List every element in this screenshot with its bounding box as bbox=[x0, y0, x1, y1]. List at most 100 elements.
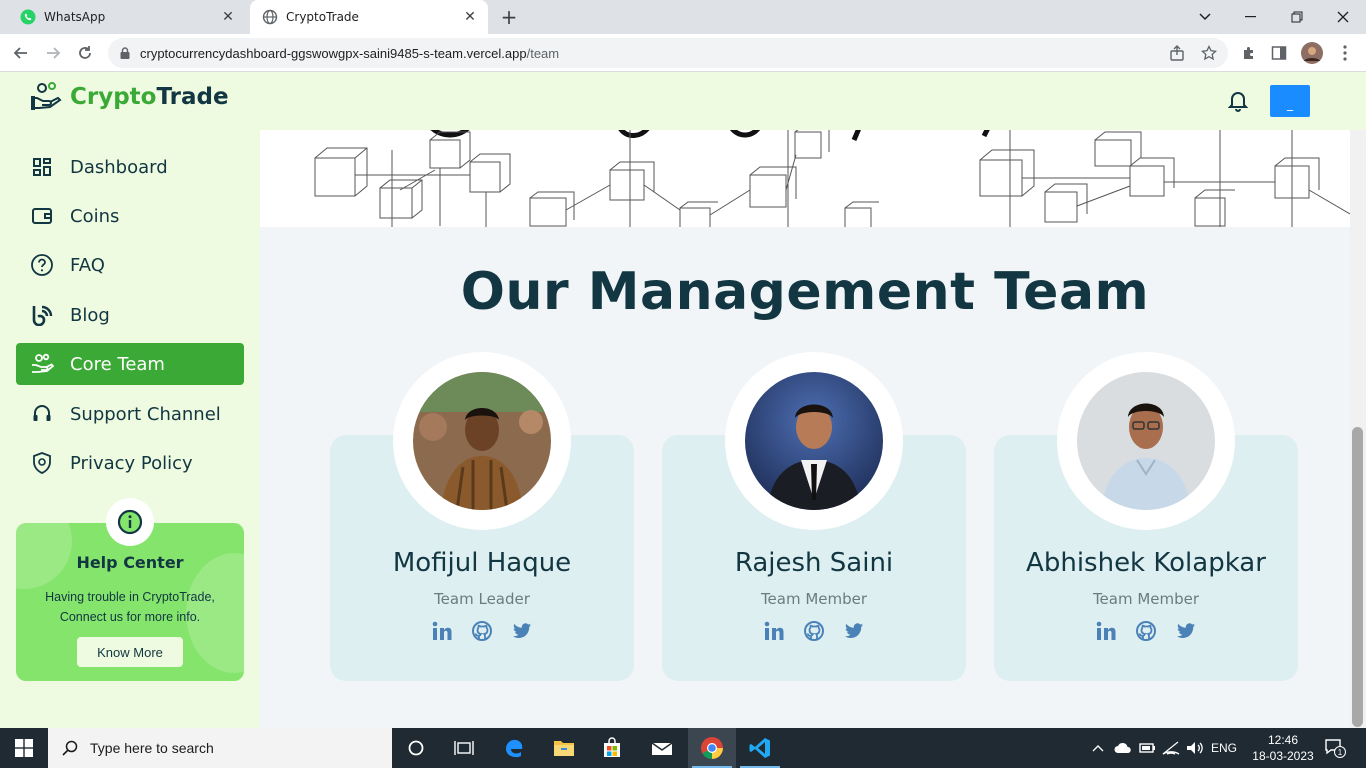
member-photo bbox=[1077, 372, 1215, 510]
sidebar-item-label: Dashboard bbox=[70, 156, 168, 178]
close-window-button[interactable] bbox=[1330, 4, 1356, 30]
taskbar-clock[interactable]: 12:46 18-03-2023 bbox=[1248, 732, 1318, 764]
tray-overflow-chevron-icon[interactable] bbox=[1088, 728, 1108, 768]
volume-icon[interactable] bbox=[1184, 728, 1206, 768]
task-view-icon[interactable] bbox=[440, 728, 488, 768]
microsoft-store-icon[interactable] bbox=[588, 728, 636, 768]
dashboard-icon bbox=[30, 155, 54, 179]
shield-icon bbox=[30, 451, 54, 475]
reload-icon[interactable] bbox=[72, 40, 98, 66]
blog-icon bbox=[30, 303, 54, 327]
help-center-card: Help Center Having trouble in CryptoTrad… bbox=[16, 523, 244, 681]
profile-avatar[interactable] bbox=[1299, 40, 1325, 66]
windows-start-button[interactable] bbox=[0, 728, 48, 768]
wifi-icon[interactable] bbox=[1160, 728, 1182, 768]
search-icon bbox=[62, 740, 78, 756]
social-links bbox=[994, 620, 1298, 642]
chrome-taskbar-icon[interactable] bbox=[688, 728, 736, 768]
sidebar-item-label: Privacy Policy bbox=[70, 452, 193, 474]
vscode-icon[interactable] bbox=[736, 728, 784, 768]
main-content: Our Management Team Mofijul Haque Team L… bbox=[260, 130, 1350, 728]
tab-whatsapp[interactable]: WhatsApp ✕ bbox=[8, 0, 246, 34]
member-name: Mofijul Haque bbox=[392, 548, 572, 578]
sidebar-item-dashboard[interactable]: Dashboard bbox=[16, 146, 244, 188]
social-links bbox=[662, 620, 966, 642]
team-icon bbox=[30, 352, 54, 376]
taskbar-search-input[interactable]: Type here to search bbox=[48, 728, 392, 768]
hand-coins-logo-icon bbox=[31, 82, 62, 110]
extensions-puzzle-icon[interactable] bbox=[1236, 40, 1262, 66]
scrollbar-thumb[interactable] bbox=[1352, 427, 1363, 727]
social-links bbox=[330, 620, 634, 642]
whatsapp-icon bbox=[20, 9, 36, 25]
tab-title: CryptoTrade bbox=[286, 10, 359, 24]
sidebar-item-blog[interactable]: Blog bbox=[16, 294, 244, 336]
sidebar-item-coins[interactable]: Coins bbox=[16, 195, 244, 237]
app-root: CryptoTrade _ Dashboard Coins FAQ Blog C… bbox=[0, 72, 1366, 728]
brand-logo[interactable]: CryptoTrade bbox=[30, 82, 229, 112]
github-icon[interactable] bbox=[471, 620, 493, 642]
close-tab-icon[interactable]: ✕ bbox=[220, 9, 236, 25]
share-icon[interactable] bbox=[1164, 40, 1190, 66]
linkedin-icon[interactable] bbox=[763, 620, 785, 642]
minimize-button[interactable] bbox=[1238, 4, 1264, 30]
sidebar-item-label: FAQ bbox=[70, 254, 105, 276]
close-tab-icon[interactable]: ✕ bbox=[462, 9, 478, 25]
globe-icon bbox=[262, 9, 278, 25]
linkedin-icon[interactable] bbox=[1095, 620, 1117, 642]
side-panel-icon[interactable] bbox=[1266, 40, 1292, 66]
hero-banner-image bbox=[260, 130, 1350, 227]
tab-cryptotrade[interactable]: CryptoTrade ✕ bbox=[250, 0, 488, 34]
onedrive-cloud-icon[interactable] bbox=[1112, 728, 1134, 768]
question-icon bbox=[30, 253, 54, 277]
sidebar-item-faq[interactable]: FAQ bbox=[16, 244, 244, 286]
tab-title: WhatsApp bbox=[44, 10, 106, 24]
sidebar-item-privacy-policy[interactable]: Privacy Policy bbox=[16, 442, 244, 484]
github-icon[interactable] bbox=[1135, 620, 1157, 642]
bell-icon[interactable] bbox=[1227, 90, 1250, 112]
help-center-text: Having trouble in CryptoTrade, Connect u… bbox=[45, 590, 215, 624]
restore-button[interactable] bbox=[1284, 4, 1310, 30]
info-icon bbox=[117, 509, 143, 535]
linkedin-icon[interactable] bbox=[431, 620, 453, 642]
cortana-icon[interactable] bbox=[392, 728, 440, 768]
know-more-button[interactable]: Know More bbox=[77, 637, 183, 667]
brand-name: CryptoTrade bbox=[70, 84, 229, 110]
blockchain-cubes-illustration bbox=[314, 130, 1350, 227]
bookmark-star-icon[interactable] bbox=[1196, 40, 1222, 66]
sidebar-item-label: Core Team bbox=[70, 353, 165, 375]
avatar bbox=[413, 372, 551, 510]
input-language-indicator[interactable]: ENG bbox=[1208, 728, 1240, 768]
edge-browser-icon[interactable] bbox=[490, 728, 538, 768]
sidebar-item-support-channel[interactable]: Support Channel bbox=[16, 393, 244, 435]
twitter-icon[interactable] bbox=[1175, 620, 1197, 642]
address-bar: cryptocurrencydashboard-ggswowgpx-saini9… bbox=[0, 34, 1366, 72]
help-info-badge bbox=[106, 498, 154, 546]
member-role: Team Member bbox=[760, 590, 868, 608]
headset-icon bbox=[30, 402, 54, 426]
section-title: Our Management Team bbox=[460, 262, 1150, 322]
twitter-icon[interactable] bbox=[843, 620, 865, 642]
app-header: CryptoTrade _ bbox=[0, 72, 1366, 130]
new-tab-button[interactable]: + bbox=[498, 5, 520, 29]
file-explorer-icon[interactable] bbox=[540, 728, 588, 768]
forward-arrow-icon[interactable] bbox=[40, 40, 66, 66]
help-center-title: Help Center bbox=[76, 553, 184, 572]
back-arrow-icon[interactable] bbox=[8, 40, 34, 66]
sidebar-item-core-team[interactable]: Core Team bbox=[16, 343, 244, 385]
battery-icon[interactable] bbox=[1136, 728, 1158, 768]
url-input[interactable]: cryptocurrencydashboard-ggswowgpx-saini9… bbox=[108, 38, 1228, 68]
github-icon[interactable] bbox=[803, 620, 825, 642]
browser-tab-bar: WhatsApp ✕ CryptoTrade ✕ + bbox=[0, 0, 1366, 34]
tab-search-chevron-icon[interactable] bbox=[1192, 4, 1218, 30]
mail-icon[interactable] bbox=[638, 728, 686, 768]
notification-center-icon[interactable]: 1 bbox=[1320, 728, 1350, 768]
sidebar-item-label: Coins bbox=[70, 205, 120, 227]
twitter-icon[interactable] bbox=[511, 620, 533, 642]
member-photo bbox=[745, 372, 883, 510]
chrome-menu-icon[interactable] bbox=[1332, 40, 1358, 66]
profile-button[interactable]: _ bbox=[1270, 85, 1310, 117]
sidebar-item-label: Support Channel bbox=[70, 403, 221, 425]
avatar bbox=[745, 372, 883, 510]
member-photo bbox=[413, 372, 551, 510]
